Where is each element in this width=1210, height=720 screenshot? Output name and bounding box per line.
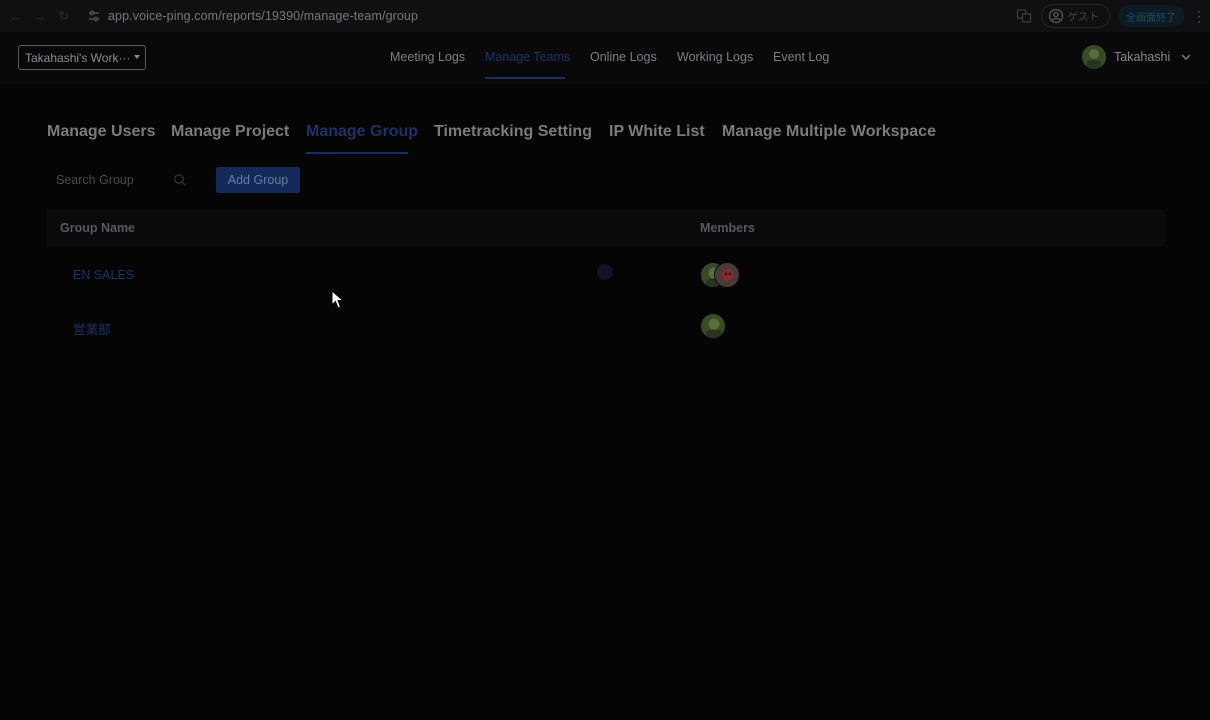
guest-profile-button[interactable]: ゲスト [1040,4,1110,28]
site-settings-icon[interactable] [86,8,102,24]
tab-manage-multiple-workspace[interactable]: Manage Multiple Workspace [722,123,936,141]
add-group-button[interactable]: Add Group [216,167,300,193]
nav-manage-teams[interactable]: Manage Teams [485,50,570,64]
mouse-cursor-icon [331,290,345,309]
guest-label: ゲスト [1067,10,1100,23]
group-name-link[interactable]: 営業部 [73,319,111,338]
nav-working-logs[interactable]: Working Logs [677,50,753,64]
column-header-members: Members [700,221,755,235]
group-name-link[interactable]: EN SALES [73,268,134,282]
tab-timetracking-setting[interactable]: Timetracking Setting [434,123,592,141]
tab-manage-project[interactable]: Manage Project [171,123,289,141]
search-group-input[interactable] [47,173,173,187]
exit-fullscreen-button[interactable]: 全画面終了 [1118,5,1184,27]
address-bar[interactable]: app.voice-ping.com/reports/19390/manage-… [86,4,418,28]
reload-icon[interactable]: ↻ [52,4,76,28]
caret-down-icon [134,55,140,59]
tab-manage-group[interactable]: Manage Group [306,123,418,141]
app-header: Takahashi's Work··· Meeting Logs Manage … [0,32,1210,84]
nav-online-logs[interactable]: Online Logs [590,50,657,64]
user-avatar [1082,45,1106,69]
more-menu-icon[interactable]: ⋮ [1192,8,1206,25]
row-action-dot[interactable] [597,264,613,280]
table-row[interactable]: 営業部 [47,313,1166,364]
active-tab-indicator [306,152,408,154]
workspace-select[interactable]: Takahashi's Work··· [18,45,146,70]
back-icon[interactable]: ← [4,4,28,28]
active-nav-indicator [485,77,565,79]
workspace-select-value: Takahashi's Work··· [25,51,131,65]
table-header: Group Name Members [47,210,1166,246]
nav-meeting-logs[interactable]: Meeting Logs [390,50,465,64]
translate-icon[interactable] [1015,7,1033,25]
search-group-box [47,167,197,193]
member-avatars [700,262,740,288]
profile-icon [1048,8,1063,24]
tab-ip-white-list[interactable]: IP White List [609,123,705,141]
user-name: Takahashi [1114,50,1171,64]
member-avatars [700,313,726,339]
search-icon[interactable] [173,173,187,187]
user-menu[interactable]: Takahashi [1082,45,1192,69]
member-avatar-red [714,262,740,288]
nav-event-log[interactable]: Event Log [773,50,829,64]
tab-manage-users[interactable]: Manage Users [47,123,156,141]
browser-toolbar: ← → ↻ app.voice-ping.com/reports/19390/m… [0,0,1210,32]
column-header-group-name: Group Name [60,221,136,235]
url-text[interactable]: app.voice-ping.com/reports/19390/manage-… [108,9,418,23]
member-avatar-green [700,313,726,339]
chevron-down-icon [1181,54,1191,61]
forward-icon[interactable]: → [28,4,52,28]
